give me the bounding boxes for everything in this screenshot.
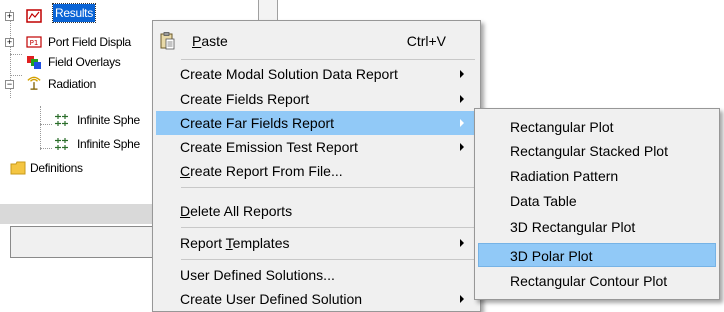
menu-item-delete-all-reports[interactable]: Delete All Reports [156,199,476,223]
menu-item-create-modal-solution-data-report[interactable]: Create Modal Solution Data Report [156,62,476,86]
tree-item-label: Field Overlays [48,55,121,69]
menu-separator [181,227,475,228]
submenu-item-label: Rectangular Contour Plot [510,273,668,289]
paste-icon [160,32,175,50]
tree-item-label: Results [52,3,96,23]
menu-item-label: Report Templates [180,235,290,251]
submenu-item-rectangular-stacked-plot[interactable]: Rectangular Stacked Plot [478,139,716,163]
menu-separator [181,259,475,260]
submenu-item-3d-polar-plot[interactable]: 3D Polar Plot [478,243,716,267]
submenu-item-3d-rectangular-plot[interactable]: 3D Rectangular Plot [478,215,716,239]
menu-separator [181,187,475,188]
collapse-icon[interactable]: − [5,80,14,89]
submenu-item-rectangular-plot[interactable]: Rectangular Plot [478,115,716,139]
radiation-icon [27,76,41,90]
svg-text:P1: P1 [30,39,39,47]
menu-item-label: Create Emission Test Report [180,139,358,155]
tree-connector [10,54,22,55]
expand-icon[interactable]: + [5,12,14,21]
submenu-item-label: 3D Polar Plot [510,248,593,264]
submenu-arrow-icon [460,70,464,78]
submenu-arrow-icon [460,95,464,103]
tree-connector [40,106,41,150]
menu-item-label: Delete All Reports [180,203,293,219]
results-icon [26,9,42,23]
panel-splitter[interactable] [258,0,278,22]
menu-item-label: User Defined Solutions... [180,267,335,283]
menu-item-create-fields-report[interactable]: Create Fields Report [156,87,476,111]
menu-item-label: Paste [192,33,228,49]
menu-item-label: Create Far Fields Report [180,115,335,131]
submenu-arrow-icon [460,239,464,247]
folder-icon [10,161,26,175]
submenu-item-label: 3D Rectangular Plot [510,219,636,235]
tree-connector [40,124,52,125]
expand-icon[interactable]: + [5,38,14,47]
submenu-item-label: Rectangular Stacked Plot [510,143,668,159]
submenu-item-label: Rectangular Plot [510,119,614,135]
far-fields-report-submenu: Rectangular Plot Rectangular Stacked Plo… [474,108,720,300]
menu-item-create-emission-test-report[interactable]: Create Emission Test Report [156,135,476,159]
port-field-icon: P1 [26,36,42,48]
field-overlays-icon [27,56,41,69]
menu-item-paste[interactable]: Paste Ctrl+V [156,29,476,53]
submenu-item-label: Data Table [510,193,577,209]
submenu-item-rectangular-contour-plot[interactable]: Rectangular Contour Plot [478,269,716,293]
tree-item-label: Infinite Sphe [77,137,140,151]
properties-field[interactable] [10,226,172,258]
infinite-sphere-icon [55,138,68,150]
tree-connector [40,148,52,149]
menu-item-create-user-defined-solution[interactable]: Create User Defined Solution [156,287,476,311]
tree-item-label: Infinite Sphe [77,113,140,127]
menu-separator [181,59,475,60]
menu-item-report-templates[interactable]: Report Templates [156,231,476,255]
menu-item-create-far-fields-report[interactable]: Create Far Fields Report [156,111,476,135]
tree-item-label: Definitions [30,161,83,175]
context-menu: Paste Ctrl+V Create Modal Solution Data … [152,20,481,312]
project-tree: + Results + P1 Port Field Displa Field O… [0,0,160,200]
tree-connector [10,75,22,76]
submenu-item-data-table[interactable]: Data Table [478,189,716,213]
submenu-arrow-icon [460,143,464,151]
infinite-sphere-icon [55,114,68,126]
menu-item-label: Create Fields Report [180,91,310,107]
shortcut-label: Ctrl+V [406,33,446,49]
tree-item-label: Radiation [48,77,97,91]
menu-item-user-defined-solutions[interactable]: User Defined Solutions... [156,263,476,287]
tree-item-label: Port Field Displa [48,35,131,49]
menu-item-label: Create User Defined Solution [180,291,363,307]
menu-item-label: Create Report From File... [180,163,343,179]
menu-item-label: Create Modal Solution Data Report [180,66,398,82]
submenu-arrow-icon [460,119,464,127]
menu-item-create-report-from-file[interactable]: Create Report From File... [156,159,476,183]
submenu-item-label: Radiation Pattern [510,168,619,184]
submenu-item-radiation-pattern[interactable]: Radiation Pattern [478,164,716,188]
submenu-arrow-icon [460,295,464,303]
